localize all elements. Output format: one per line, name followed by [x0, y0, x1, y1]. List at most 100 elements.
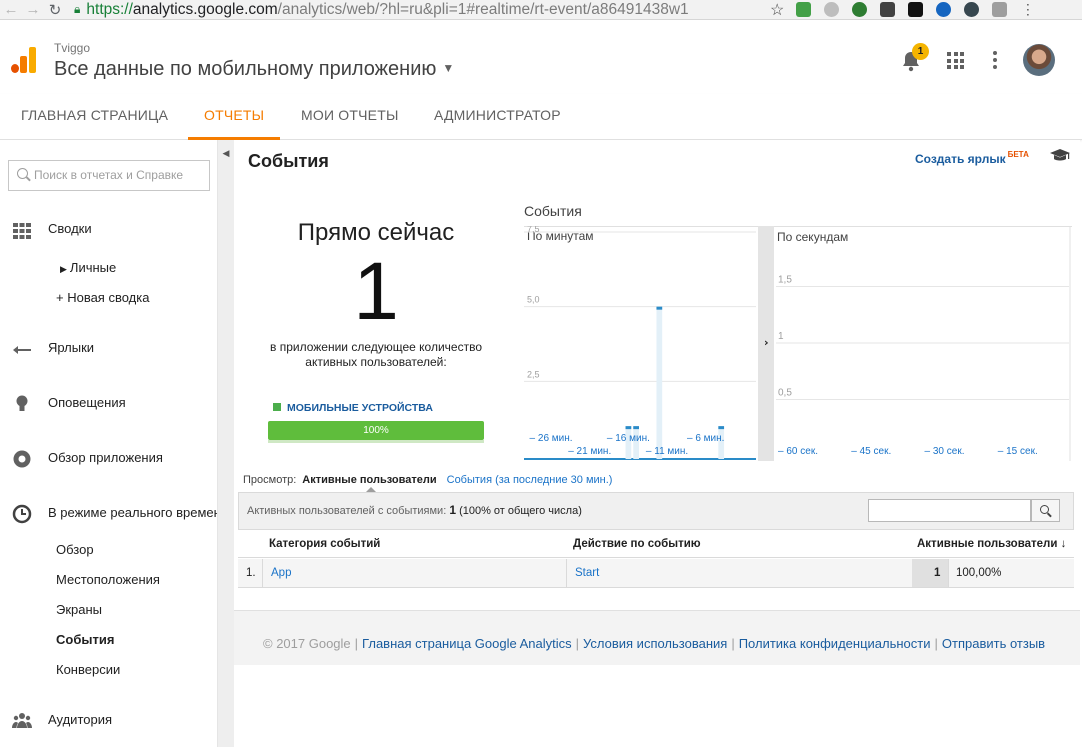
bar: [625, 426, 632, 430]
graduation-cap-icon[interactable]: [1050, 148, 1070, 162]
tab-my-reports[interactable]: МОИ ОТЧЕТЫ: [301, 94, 399, 140]
dashboards-icon: [13, 223, 31, 239]
tab-admin[interactable]: АДМИНИСТРАТОР: [434, 94, 561, 140]
sort-desc-icon: ↓: [1060, 538, 1067, 550]
y-tick-label: 0,5: [778, 388, 792, 399]
address-bar[interactable]: 🔒︎ https://analytics.google.com/analytic…: [74, 0, 764, 20]
row-index: 1.: [246, 567, 256, 579]
tab-reports[interactable]: ОТЧЕТЫ: [188, 94, 281, 140]
col-divider: [948, 559, 949, 587]
extension-d-icon[interactable]: [852, 2, 868, 17]
sidebar-item-new-dashboard[interactable]: + Новая сводка: [56, 290, 149, 305]
users-bar: [912, 559, 948, 587]
sidebar-item-realtime-overview[interactable]: Обзор: [56, 542, 94, 557]
copyright: © 2017 Google: [263, 636, 351, 651]
url-scheme: https://: [86, 0, 133, 18]
footer-link-home[interactable]: Главная страница Google Analytics: [362, 636, 572, 651]
row-category-link[interactable]: App: [271, 567, 291, 579]
extension-icon[interactable]: [796, 2, 812, 17]
shortcuts-icon: [13, 346, 31, 354]
forward-icon[interactable]: →: [22, 1, 44, 18]
footer-link-terms[interactable]: Условия использования: [583, 636, 727, 651]
property-selector[interactable]: Все данные по мобильному приложению ▼: [54, 58, 454, 81]
tab-home[interactable]: ГЛАВНАЯ СТРАНИЦА: [21, 94, 168, 140]
y-tick-label: 7,5: [527, 226, 540, 234]
search-icon: [17, 168, 28, 179]
sidebar-item-conversions[interactable]: Конверсии: [56, 662, 120, 677]
collapse-sidebar-button[interactable]: ◀: [218, 140, 234, 166]
lightbulb-icon: [16, 395, 28, 411]
mail-ext-icon[interactable]: [880, 2, 896, 17]
sidebar-item-alerts[interactable]: Оповещения: [48, 395, 126, 410]
url-path: /analytics/web/?hl=ru&pli=1#realtime/rt-…: [277, 0, 689, 18]
footer: © 2017 Google | Главная страница Google An…: [234, 610, 1080, 665]
table-filter-input[interactable]: [868, 499, 1031, 522]
mobile-share-bar: 100%: [268, 421, 484, 440]
col-event-category[interactable]: Категория событий: [269, 538, 380, 550]
mobile-share-value: 100%: [363, 425, 389, 436]
col-event-action[interactable]: Действие по событию: [573, 538, 701, 550]
search-icon: [1040, 505, 1049, 514]
row-action-link[interactable]: Start: [575, 567, 599, 579]
col-divider: [262, 559, 263, 587]
view-switcher: Просмотр: Активные пользователи События (з…: [243, 474, 612, 486]
sync-ext-icon[interactable]: [964, 2, 980, 17]
sidebar-item-screens[interactable]: Экраны: [56, 602, 102, 617]
beta-badge: БЕТА: [1007, 150, 1029, 159]
report-search-input[interactable]: Поиск в отчетах и Справке: [8, 160, 210, 191]
summary-percent: (100% от общего числа): [459, 505, 582, 517]
more-vert-icon[interactable]: [993, 51, 997, 69]
sidebar-gutter: [218, 166, 234, 747]
clock-icon: [12, 504, 32, 524]
bookmark-star-icon[interactable]: ☆: [770, 0, 784, 20]
browser-menu-icon[interactable]: ⋮: [1020, 2, 1035, 17]
view-active-users[interactable]: Активные пользователи: [302, 474, 436, 486]
back-icon[interactable]: ←: [0, 1, 22, 18]
shield-ext-icon[interactable]: [992, 2, 1008, 17]
sidebar-item-realtime[interactable]: В режиме реального времени: [48, 505, 217, 520]
app-header: Tviggo Все данные по мобильному приложен…: [0, 20, 1082, 94]
chevron-right-icon[interactable]: ›: [764, 336, 769, 349]
footer-link-privacy[interactable]: Политика конфиденциальности: [739, 636, 931, 651]
sidebar-item-shortcuts[interactable]: Ярлыки: [48, 340, 94, 355]
x-tick-label: – 26 мин.: [530, 433, 573, 444]
sidebar-item-events[interactable]: События: [56, 632, 114, 647]
x-tick-label: – 45 сек.: [851, 446, 891, 457]
sidebar-item-locations[interactable]: Местоположения: [56, 572, 160, 587]
col-active-users[interactable]: Активные пользователи ↓: [917, 538, 1066, 550]
mobile-share-bar-track: [268, 440, 484, 443]
main-nav-tabs: ГЛАВНАЯ СТРАНИЦА ОТЧЕТЫ МОИ ОТЧЕТЫ АДМИН…: [0, 94, 1082, 140]
page-title: События: [248, 151, 329, 171]
table-filter-button[interactable]: [1031, 499, 1060, 522]
footer-links: © 2017 Google | Главная страница Google An…: [263, 636, 1046, 651]
bell-ext-icon[interactable]: [824, 2, 840, 17]
jb-ext-icon[interactable]: [908, 2, 924, 17]
apps-grid-icon[interactable]: [947, 52, 964, 69]
y-tick-label: 2,5: [527, 369, 540, 379]
col-active-users-label: Активные пользователи: [917, 538, 1058, 550]
sidebar-item-dashboards[interactable]: Сводки: [48, 221, 92, 236]
table-header: Категория событий Действие по событию Ак…: [238, 530, 1074, 558]
table-toolbar: Активных пользователей с событиями: 1 (1…: [238, 492, 1074, 530]
sidebar-item-app-overview[interactable]: Обзор приложения: [48, 450, 163, 465]
avatar[interactable]: [1023, 44, 1055, 76]
row-users: 1: [934, 567, 941, 579]
x-tick-label: – 6 мин.: [687, 433, 724, 444]
account-name[interactable]: Tviggo: [54, 41, 90, 55]
right-now-label: Прямо сейчас: [297, 219, 455, 246]
property-name: Все данные по мобильному приложению: [54, 58, 437, 80]
analytics-logo-icon: [11, 47, 37, 73]
events-chart-title: События: [524, 203, 582, 219]
row-users-pct: 100,00%: [956, 567, 1002, 579]
notification-badge: 1: [912, 43, 929, 60]
footer-link-feedback[interactable]: Отправить отзыв: [942, 636, 1045, 651]
x-tick-label: – 30 сек.: [925, 446, 965, 457]
active-users-description: в приложении следующее количество активн…: [270, 340, 482, 369]
reload-icon[interactable]: ↻: [44, 1, 66, 19]
sidebar-item-personal[interactable]: ▶ Личные: [60, 260, 116, 275]
view-events-30min[interactable]: События (за последние 30 мин.): [447, 474, 613, 486]
create-shortcut-link[interactable]: Создать ярлык БЕТА: [915, 150, 1029, 166]
x-tick-label: – 21 мин.: [568, 446, 611, 457]
sidebar-item-audience[interactable]: Аудитория: [48, 712, 112, 727]
send-ext-icon[interactable]: [936, 2, 952, 17]
